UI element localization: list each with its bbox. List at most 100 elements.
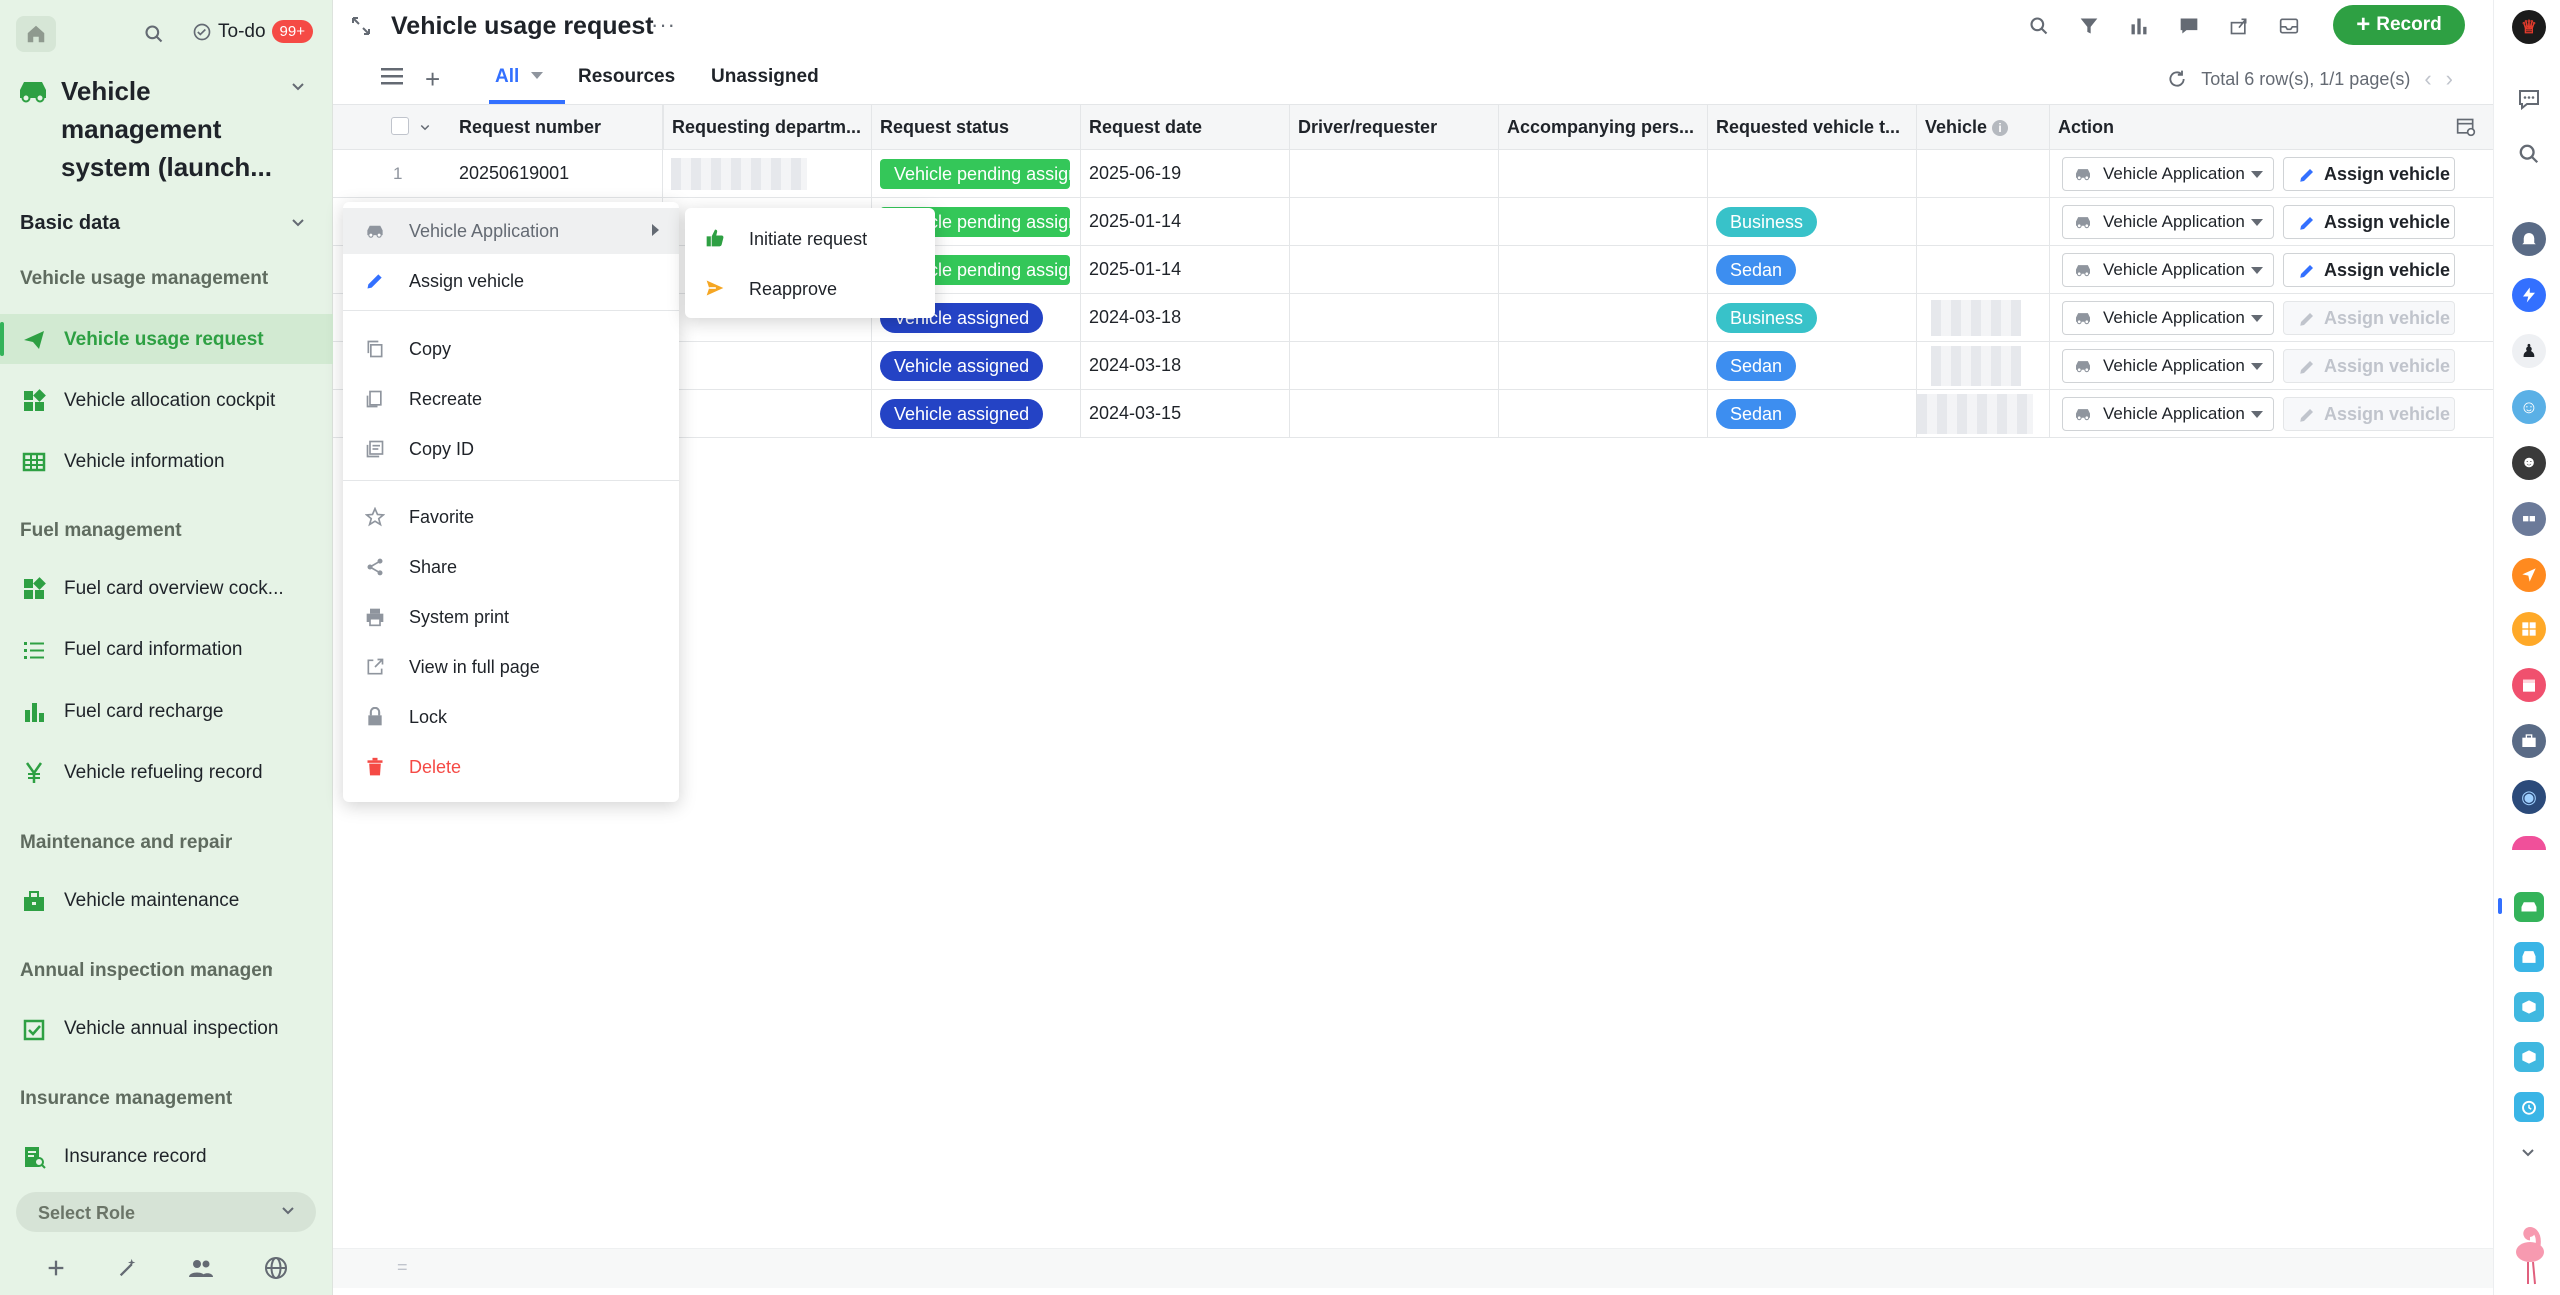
cube-app-icon[interactable] — [2514, 1042, 2544, 1072]
search-icon[interactable] — [2025, 12, 2053, 40]
collapse-icon[interactable] — [351, 16, 371, 36]
tab-all[interactable]: All — [489, 66, 565, 104]
status-cell[interactable]: Vehicle assigned — [872, 342, 1081, 389]
sidebar-item-fuel-recharge[interactable]: Fuel card recharge — [0, 686, 333, 736]
globe-app-icon[interactable]: ◉ — [2512, 780, 2546, 814]
inbox-icon[interactable] — [2275, 12, 2303, 40]
date-cell[interactable]: 2024-03-18 — [1081, 342, 1290, 389]
add-record-button[interactable]: + Record — [2333, 5, 2465, 45]
accompanying-cell[interactable] — [1499, 390, 1708, 437]
date-cell[interactable]: 2025-06-19 — [1081, 150, 1290, 197]
globe-icon[interactable] — [264, 1256, 288, 1280]
menu-item-share[interactable]: Share — [343, 544, 679, 590]
car-front-app-icon[interactable] — [2514, 942, 2544, 972]
chevron-down-icon[interactable] — [419, 121, 431, 133]
menu-item-assign-vehicle[interactable]: Assign vehicle — [343, 258, 679, 304]
search-icon[interactable] — [144, 24, 164, 49]
chart-icon[interactable] — [2125, 12, 2153, 40]
comment-icon[interactable] — [2175, 12, 2203, 40]
vehicle-application-dropdown[interactable]: Vehicle Application — [2062, 397, 2274, 431]
info-icon[interactable]: i — [1992, 120, 2009, 137]
sidebar-item-fuel-overview[interactable]: Fuel card overview cock... — [0, 563, 333, 613]
contact-avatar-icon[interactable]: ☻ — [2512, 446, 2546, 480]
column-header[interactable]: Request number — [451, 105, 663, 150]
sidebar-item-maintenance[interactable]: Vehicle maintenance — [0, 875, 333, 925]
vehicle-cell[interactable] — [1917, 198, 2050, 245]
sidebar-item-insurance-record[interactable]: Insurance record — [0, 1131, 333, 1181]
chat-icon[interactable] — [2512, 82, 2546, 116]
plus-icon[interactable] — [45, 1257, 67, 1279]
vehicle-type-cell[interactable] — [1708, 150, 1917, 197]
driver-cell[interactable] — [1290, 246, 1499, 293]
column-header[interactable]: Requesting departm... — [663, 105, 872, 150]
department-cell[interactable] — [663, 150, 872, 197]
accompanying-cell[interactable] — [1499, 342, 1708, 389]
filter-icon[interactable] — [2075, 12, 2103, 40]
menu-item-recreate[interactable]: Recreate — [343, 376, 679, 422]
assign-vehicle-button[interactable]: Assign vehicle — [2283, 253, 2455, 287]
date-cell[interactable]: 2025-01-14 — [1081, 198, 1290, 245]
accompanying-cell[interactable] — [1499, 150, 1708, 197]
vehicle-type-cell[interactable]: Business — [1708, 294, 1917, 341]
app-icon[interactable] — [2512, 836, 2546, 850]
vehicle-cell[interactable] — [1917, 342, 2050, 389]
menu-item-delete[interactable]: Delete — [343, 744, 679, 790]
briefcase-icon[interactable] — [2512, 724, 2546, 758]
bot-avatar-icon[interactable]: ♟ — [2512, 334, 2546, 368]
refresh-icon[interactable] — [2167, 69, 2187, 89]
select-all-checkbox[interactable] — [391, 117, 409, 135]
driver-cell[interactable] — [1290, 342, 1499, 389]
bell-icon[interactable] — [2512, 222, 2546, 256]
column-settings-icon[interactable] — [2456, 117, 2476, 137]
menu-item-initiate-request[interactable]: Initiate request — [685, 214, 935, 262]
assign-vehicle-button[interactable]: Assign vehicle — [2283, 205, 2455, 239]
request-number-cell[interactable]: 20250619001 — [451, 150, 663, 197]
menu-item-lock[interactable]: Lock — [343, 694, 679, 740]
column-header[interactable]: Requested vehicle t... — [1708, 105, 1917, 150]
menu-item-copy[interactable]: Copy — [343, 326, 679, 372]
department-cell[interactable] — [663, 342, 872, 389]
column-header[interactable]: Action — [2050, 105, 2493, 150]
sidebar-item-vehicle-information[interactable]: Vehicle information — [0, 436, 333, 486]
accompanying-cell[interactable] — [1499, 294, 1708, 341]
status-cell[interactable]: Vehicle assigned — [872, 390, 1081, 437]
calendar-icon[interactable] — [2512, 668, 2546, 702]
sidebar-item-allocation-cockpit[interactable]: Vehicle allocation cockpit — [0, 375, 333, 425]
menu-item-copy-id[interactable]: Copy ID — [343, 426, 679, 472]
vehicle-cell[interactable] — [1917, 246, 2050, 293]
lightning-icon[interactable] — [2512, 278, 2546, 312]
vehicle-cell[interactable] — [1917, 390, 2050, 437]
tab-resources[interactable]: Resources — [578, 66, 675, 88]
sidebar-item-fuel-info[interactable]: Fuel card information — [0, 624, 333, 674]
caret-down-icon[interactable] — [531, 72, 543, 79]
menu-item-reapprove[interactable]: Reapprove — [685, 264, 935, 312]
menu-item-favorite[interactable]: Favorite — [343, 494, 679, 540]
select-role-dropdown[interactable]: Select Role — [16, 1192, 316, 1232]
date-cell[interactable]: 2025-01-14 — [1081, 246, 1290, 293]
date-cell[interactable]: 2024-03-15 — [1081, 390, 1290, 437]
vehicle-application-dropdown[interactable]: Vehicle Application — [2062, 253, 2274, 287]
menu-item-view-full-page[interactable]: View in full page — [343, 644, 679, 690]
vehicle-application-dropdown[interactable]: Vehicle Application — [2062, 157, 2274, 191]
vehicle-type-cell[interactable]: Sedan — [1708, 246, 1917, 293]
next-page-icon[interactable]: › — [2446, 66, 2453, 92]
vehicle-type-cell[interactable]: Business — [1708, 198, 1917, 245]
accompanying-cell[interactable] — [1499, 246, 1708, 293]
contact-avatar-icon[interactable]: ☺ — [2512, 390, 2546, 424]
column-header[interactable]: Vehicle i — [1917, 105, 2050, 150]
apps-icon[interactable] — [2512, 612, 2546, 646]
date-cell[interactable]: 2024-03-18 — [1081, 294, 1290, 341]
home-button[interactable] — [16, 16, 56, 52]
driver-cell[interactable] — [1290, 150, 1499, 197]
menu-item-vehicle-application[interactable]: Vehicle Application — [343, 208, 679, 254]
magic-wand-icon[interactable] — [117, 1257, 139, 1279]
assign-vehicle-button[interactable]: Assign vehicle — [2283, 157, 2455, 191]
vehicle-cell[interactable] — [1917, 294, 2050, 341]
column-header[interactable]: Driver/requester — [1290, 105, 1499, 150]
vehicle-application-dropdown[interactable]: Vehicle Application — [2062, 349, 2274, 383]
driver-cell[interactable] — [1290, 390, 1499, 437]
todo-button[interactable]: To-do 99+ — [192, 20, 313, 43]
search-icon[interactable] — [2512, 137, 2546, 171]
driver-cell[interactable] — [1290, 198, 1499, 245]
flamingo-mascot-icon[interactable] — [2510, 1222, 2550, 1286]
